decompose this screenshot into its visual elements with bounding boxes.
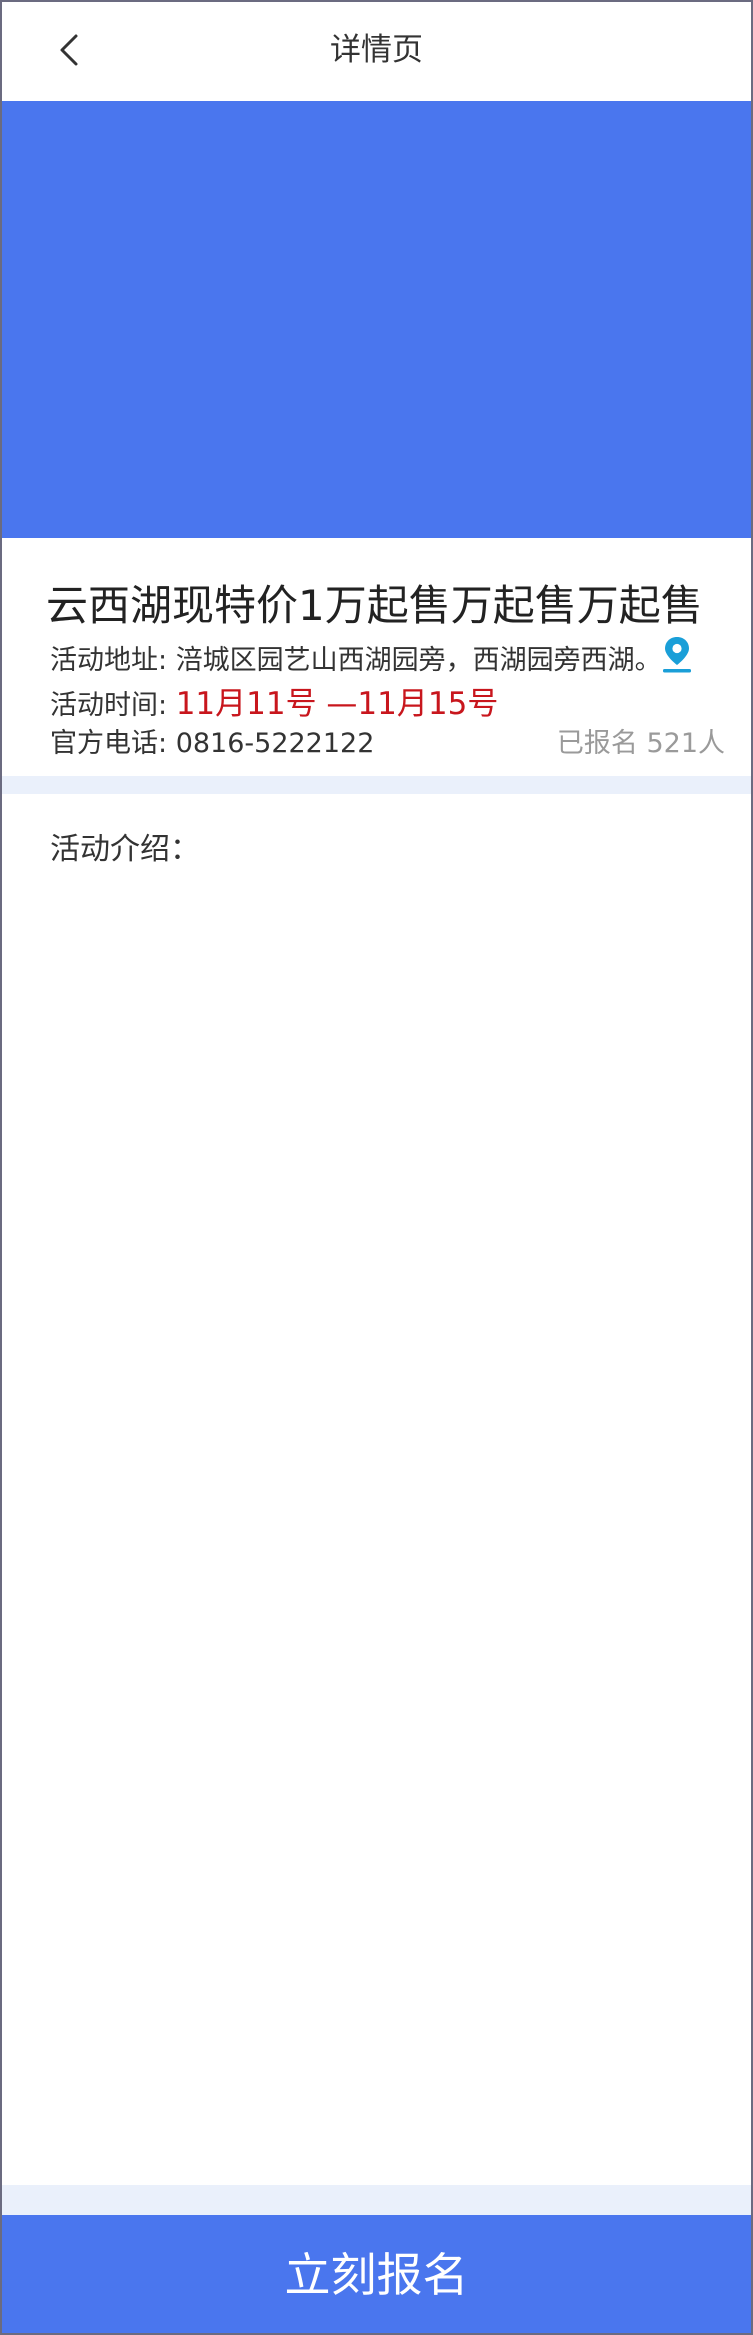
section-divider [0, 776, 753, 794]
location-button[interactable] [660, 634, 694, 674]
phone-value[interactable]: 0816-5222122 [176, 728, 375, 759]
signup-button[interactable]: 立刻报名 [0, 2215, 753, 2335]
back-button[interactable] [50, 28, 94, 72]
intro-label: 活动介绍： [50, 832, 200, 867]
address-label: 活动地址: [50, 645, 176, 676]
event-info: 云西湖现特价1万起售万起售万起售 活动地址: 涪城区园艺山西湖园旁，西湖园旁西湖… [0, 538, 753, 776]
banner-image [0, 101, 753, 538]
chevron-left-icon [60, 34, 78, 66]
event-title: 云西湖现特价1万起售万起售万起售 [46, 581, 703, 630]
top-bar: 详情页 [0, 0, 753, 101]
map-pin-icon [663, 637, 691, 673]
phone-label: 官方电话: [50, 728, 176, 759]
bottom-divider [0, 2185, 753, 2215]
phone-row: 官方电话: 0816-5222122 [50, 721, 374, 760]
address-value: 涪城区园艺山西湖园旁，西湖园旁西湖。 [175, 645, 662, 676]
time-label: 活动时间: [50, 690, 176, 721]
time-row: 活动时间: 11月11号 —11月15号 [50, 678, 498, 723]
time-value: 11月11号 —11月15号 [175, 686, 499, 722]
intro-section: 活动介绍： [0, 794, 753, 2185]
page-title: 详情页 [330, 32, 423, 68]
signup-count: 已报名 521人 [556, 728, 725, 759]
address-row: 活动地址: 涪城区园艺山西湖园旁，西湖园旁西湖。 [50, 638, 662, 677]
